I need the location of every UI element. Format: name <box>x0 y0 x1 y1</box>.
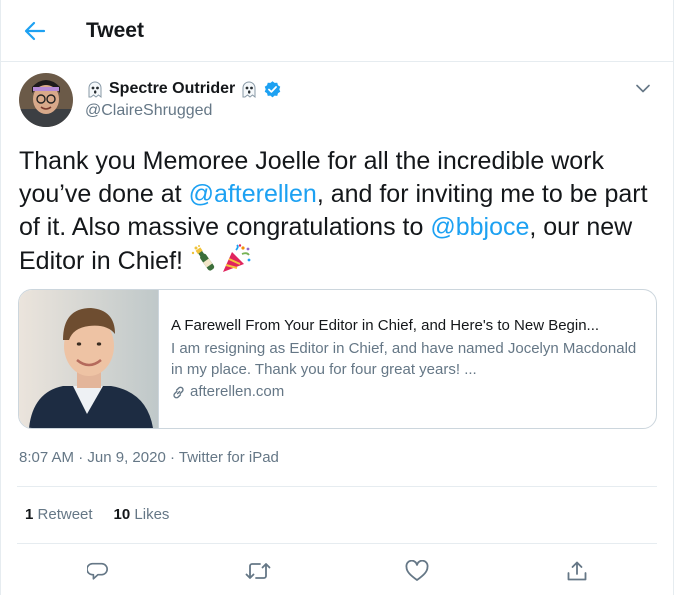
likes-label: Likes <box>134 506 170 523</box>
card-domain: afterellen.com <box>190 383 285 400</box>
card-domain-row: afterellen.com <box>171 382 646 402</box>
divider <box>17 543 657 544</box>
page-header: Tweet <box>1 0 674 62</box>
separator: · <box>74 449 88 466</box>
page-title: Tweet <box>86 19 144 42</box>
verified-badge-icon <box>265 80 281 97</box>
link-icon <box>173 386 184 398</box>
card-body: A Farewell From Your Editor in Chief, an… <box>171 316 646 402</box>
retweet-icon <box>245 563 271 579</box>
tweet-time[interactable]: 8:07 AM <box>19 449 74 466</box>
display-name[interactable]: Spectre Outrider <box>109 80 235 98</box>
likes-stat[interactable]: 10 Likes <box>114 506 170 523</box>
back-button[interactable] <box>15 13 55 49</box>
ghost-emoji-icon <box>88 81 102 99</box>
retweet-button[interactable] <box>241 555 275 587</box>
champagne-emoji-icon <box>191 245 215 271</box>
party-popper-emoji-icon <box>222 244 251 272</box>
link-preview-card[interactable]: A Farewell From Your Editor in Chief, an… <box>18 289 657 429</box>
card-description: I am resigning as Editor in Chief, and h… <box>171 340 637 378</box>
chevron-down-icon <box>636 84 650 92</box>
arrow-left-icon <box>24 21 46 41</box>
retweets-label: Retweet <box>37 506 93 523</box>
tweet-stats: 1 Retweet 10 Likes <box>25 506 169 523</box>
retweets-stat[interactable]: 1 Retweet <box>25 506 93 523</box>
display-name-row[interactable]: Spectre Outrider <box>85 78 282 100</box>
retweets-count: 1 <box>25 506 34 523</box>
mention-link[interactable]: @bbjoce <box>430 213 529 241</box>
card-thumbnail <box>19 290 159 428</box>
share-icon <box>567 561 587 581</box>
tweet-source[interactable]: Twitter for iPad <box>179 449 279 466</box>
ghost-emoji-icon <box>242 81 256 99</box>
tweet-date[interactable]: Jun 9, 2020 <box>87 449 165 466</box>
separator: · <box>165 449 179 466</box>
reply-icon <box>87 562 108 580</box>
tweet-detail-page: Tweet Spectre Outrider @ClaireShrugged T… <box>0 0 674 595</box>
user-handle[interactable]: @ClaireShrugged <box>85 102 282 120</box>
tweet-meta: 8:07 AM · Jun 9, 2020 · Twitter for iPad <box>19 449 279 466</box>
like-button[interactable] <box>400 555 434 587</box>
avatar[interactable] <box>19 73 73 127</box>
likes-count: 10 <box>113 506 131 523</box>
divider <box>17 486 657 487</box>
card-title: A Farewell From Your Editor in Chief, an… <box>171 317 600 334</box>
tweet-text: Thank you Memoree Joelle for all the inc… <box>19 145 659 278</box>
action-bar <box>1 555 674 587</box>
more-options-button[interactable] <box>631 78 655 98</box>
share-button[interactable] <box>560 555 594 587</box>
reply-button[interactable] <box>81 555 115 587</box>
like-icon <box>405 560 429 581</box>
author-block: Spectre Outrider @ClaireShrugged <box>85 78 282 120</box>
mention-link[interactable]: @afterellen <box>189 180 317 208</box>
